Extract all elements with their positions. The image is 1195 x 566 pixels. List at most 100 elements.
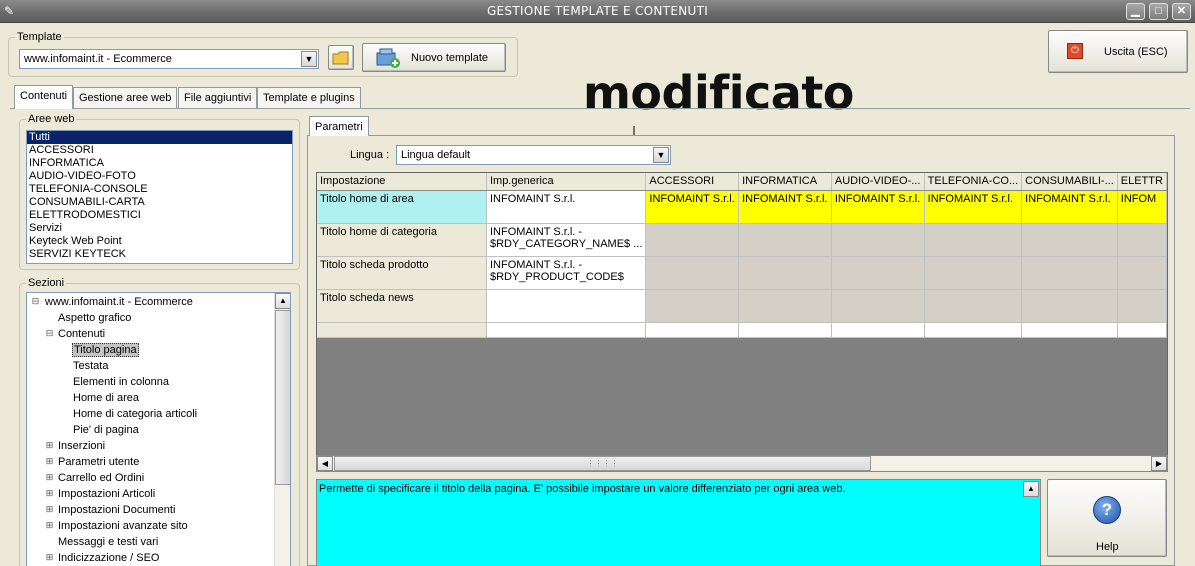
area-value-cell[interactable] [645,223,740,257]
tree-node[interactable]: ⊞ Inserzioni [45,438,105,454]
generic-value-cell[interactable]: INFOMAINT S.r.l. [486,190,647,224]
tab-template-plugins[interactable]: Template e plugins [257,87,361,108]
collapse-icon[interactable]: ⊟ [45,329,54,338]
column-header[interactable]: AUDIO-VIDEO-... [831,173,925,191]
area-value-cell[interactable] [738,256,832,290]
column-header[interactable]: ACCESSORI [645,173,740,191]
list-item[interactable]: Tutti [27,131,292,144]
tab-contenuti[interactable]: Contenuti [14,85,74,109]
tree-node[interactable]: ⊞ Impostazioni Documenti [45,502,176,518]
maximize-button[interactable]: □ [1149,3,1168,20]
expand-icon[interactable]: ⊞ [45,505,54,514]
tree-node[interactable]: Messaggi e testi vari [58,534,158,550]
area-value-cell[interactable]: INFOMAINT S.r.l. [1021,190,1118,224]
tree-node[interactable]: Aspetto grafico [58,310,131,326]
column-header[interactable]: INFORMATICA [738,173,832,191]
list-item[interactable]: Servizi [27,222,292,235]
list-item[interactable]: CONSUMABILI-CARTA [27,196,292,209]
tree-node-root[interactable]: ⊟ www.infomaint.it - Ecommerce [31,294,193,310]
tree-node[interactable]: Testata [73,358,108,374]
area-value-cell[interactable] [645,322,740,338]
expand-icon[interactable]: ⊞ [45,489,54,498]
expand-icon[interactable]: ⊞ [45,521,54,530]
list-item[interactable]: AUDIO-VIDEO-FOTO [27,170,292,183]
generic-value-cell[interactable]: INFOMAINT S.r.l. - $RDY_CATEGORY_NAME$ .… [486,223,647,257]
scroll-up-button[interactable]: ▲ [275,293,290,309]
area-value-cell[interactable] [1117,289,1167,323]
setting-name-cell[interactable]: Titolo scheda prodotto [317,256,487,290]
table-row[interactable]: Titolo home di categoria INFOMAINT S.r.l… [317,223,1167,257]
list-item[interactable]: INFORMATICA [27,157,292,170]
list-item[interactable]: SERVIZI KEYTECK [27,248,292,261]
parameters-grid[interactable]: Impostazione Imp.generica ACCESSORI INFO… [316,172,1168,472]
tree-scroll-thumb[interactable] [275,310,290,485]
area-value-cell[interactable] [738,322,832,338]
expand-icon[interactable]: ⊞ [45,473,54,482]
tab-gestione-aree-web[interactable]: Gestione aree web [73,87,178,108]
column-header[interactable]: TELEFONIA-CO... [924,173,1023,191]
help-button[interactable]: ? Help [1047,479,1167,557]
area-value-cell[interactable] [645,256,740,290]
minimize-button[interactable]: ▁ [1126,3,1145,20]
scroll-right-button[interactable]: ▶ [1151,456,1167,471]
lingua-select[interactable]: Lingua default ▼ [396,145,671,165]
list-item[interactable]: Keyteck Web Point [27,235,292,248]
collapse-icon[interactable]: ⊟ [31,297,40,306]
column-header[interactable]: Imp.generica [486,173,647,191]
tree-node[interactable]: ⊞ Impostazioni avanzate sito [45,518,188,534]
table-row[interactable]: Titolo scheda prodotto INFOMAINT S.r.l. … [317,256,1167,290]
open-folder-button[interactable] [328,45,354,70]
tree-node[interactable]: ⊞ Parametri utente [45,454,140,470]
area-value-cell[interactable] [831,289,925,323]
expand-icon[interactable]: ⊞ [45,553,54,562]
area-value-cell[interactable] [738,223,832,257]
scroll-left-button[interactable]: ◀ [317,456,333,471]
tree-node[interactable]: ⊞ Impostazioni Articoli [45,486,156,502]
chevron-down-icon[interactable]: ▼ [653,147,669,163]
column-header[interactable]: Impostazione [317,173,487,191]
area-value-cell[interactable] [831,223,925,257]
area-value-cell[interactable] [1117,256,1167,290]
aree-web-list[interactable]: Tutti ACCESSORI INFORMATICA AUDIO-VIDEO-… [26,130,293,264]
tree-node[interactable]: ⊟ Contenuti [45,326,105,342]
table-row[interactable]: Titolo scheda news [317,289,1167,323]
area-value-cell[interactable] [924,289,1023,323]
column-header[interactable]: CONSUMABILI-... [1021,173,1118,191]
expand-icon[interactable]: ⊞ [45,441,54,450]
tree-node[interactable]: Pie' di pagina [73,422,139,438]
area-value-cell[interactable] [924,322,1023,338]
area-value-cell[interactable] [1021,289,1118,323]
area-value-cell[interactable] [1021,223,1118,257]
setting-name-cell[interactable] [317,322,487,338]
tree-node[interactable]: Home di area [73,390,139,406]
list-item[interactable]: ACCESSORI [27,144,292,157]
area-value-cell[interactable] [738,289,832,323]
new-template-button[interactable]: Nuovo template [362,43,506,72]
area-value-cell[interactable]: INFOMAINT S.r.l. [645,190,740,224]
generic-value-cell[interactable] [486,289,647,323]
tree-node-selected[interactable]: Titolo pagina [72,342,139,358]
area-value-cell[interactable] [924,223,1023,257]
generic-value-cell[interactable]: INFOMAINT S.r.l. - $RDY_PRODUCT_CODE$ [486,256,647,290]
template-select[interactable]: www.infomaint.it - Ecommerce ▼ [19,49,319,69]
sezioni-tree[interactable]: ⊟ www.infomaint.it - Ecommerce Aspetto g… [26,292,291,566]
grid-scroll-thumb[interactable]: ⋮⋮⋮⋮ [334,456,871,471]
column-header[interactable]: ELETTR [1117,173,1167,191]
area-value-cell[interactable]: INFOMAINT S.r.l. [738,190,832,224]
setting-name-cell[interactable]: Titolo scheda news [317,289,487,323]
table-row[interactable]: Titolo home di area INFOMAINT S.r.l. INF… [317,190,1167,224]
setting-name-cell[interactable]: Titolo home di categoria [317,223,487,257]
tree-node[interactable]: ⊞ Carrello ed Ordini [45,470,144,486]
tree-scrollbar[interactable]: ▲ [274,293,290,566]
area-value-cell[interactable] [1117,322,1167,338]
area-value-cell[interactable] [924,256,1023,290]
scroll-up-button[interactable]: ▲ [1023,481,1039,497]
chevron-down-icon[interactable]: ▼ [301,51,317,67]
area-value-cell[interactable] [1117,223,1167,257]
area-value-cell[interactable] [831,322,925,338]
list-item[interactable]: ELETTRODOMESTICI [27,209,292,222]
area-value-cell[interactable]: INFOM [1117,190,1167,224]
tab-parametri[interactable]: Parametri [309,116,369,136]
area-value-cell[interactable]: INFOMAINT S.r.l. [924,190,1023,224]
list-item[interactable]: TELEFONIA-CONSOLE [27,183,292,196]
